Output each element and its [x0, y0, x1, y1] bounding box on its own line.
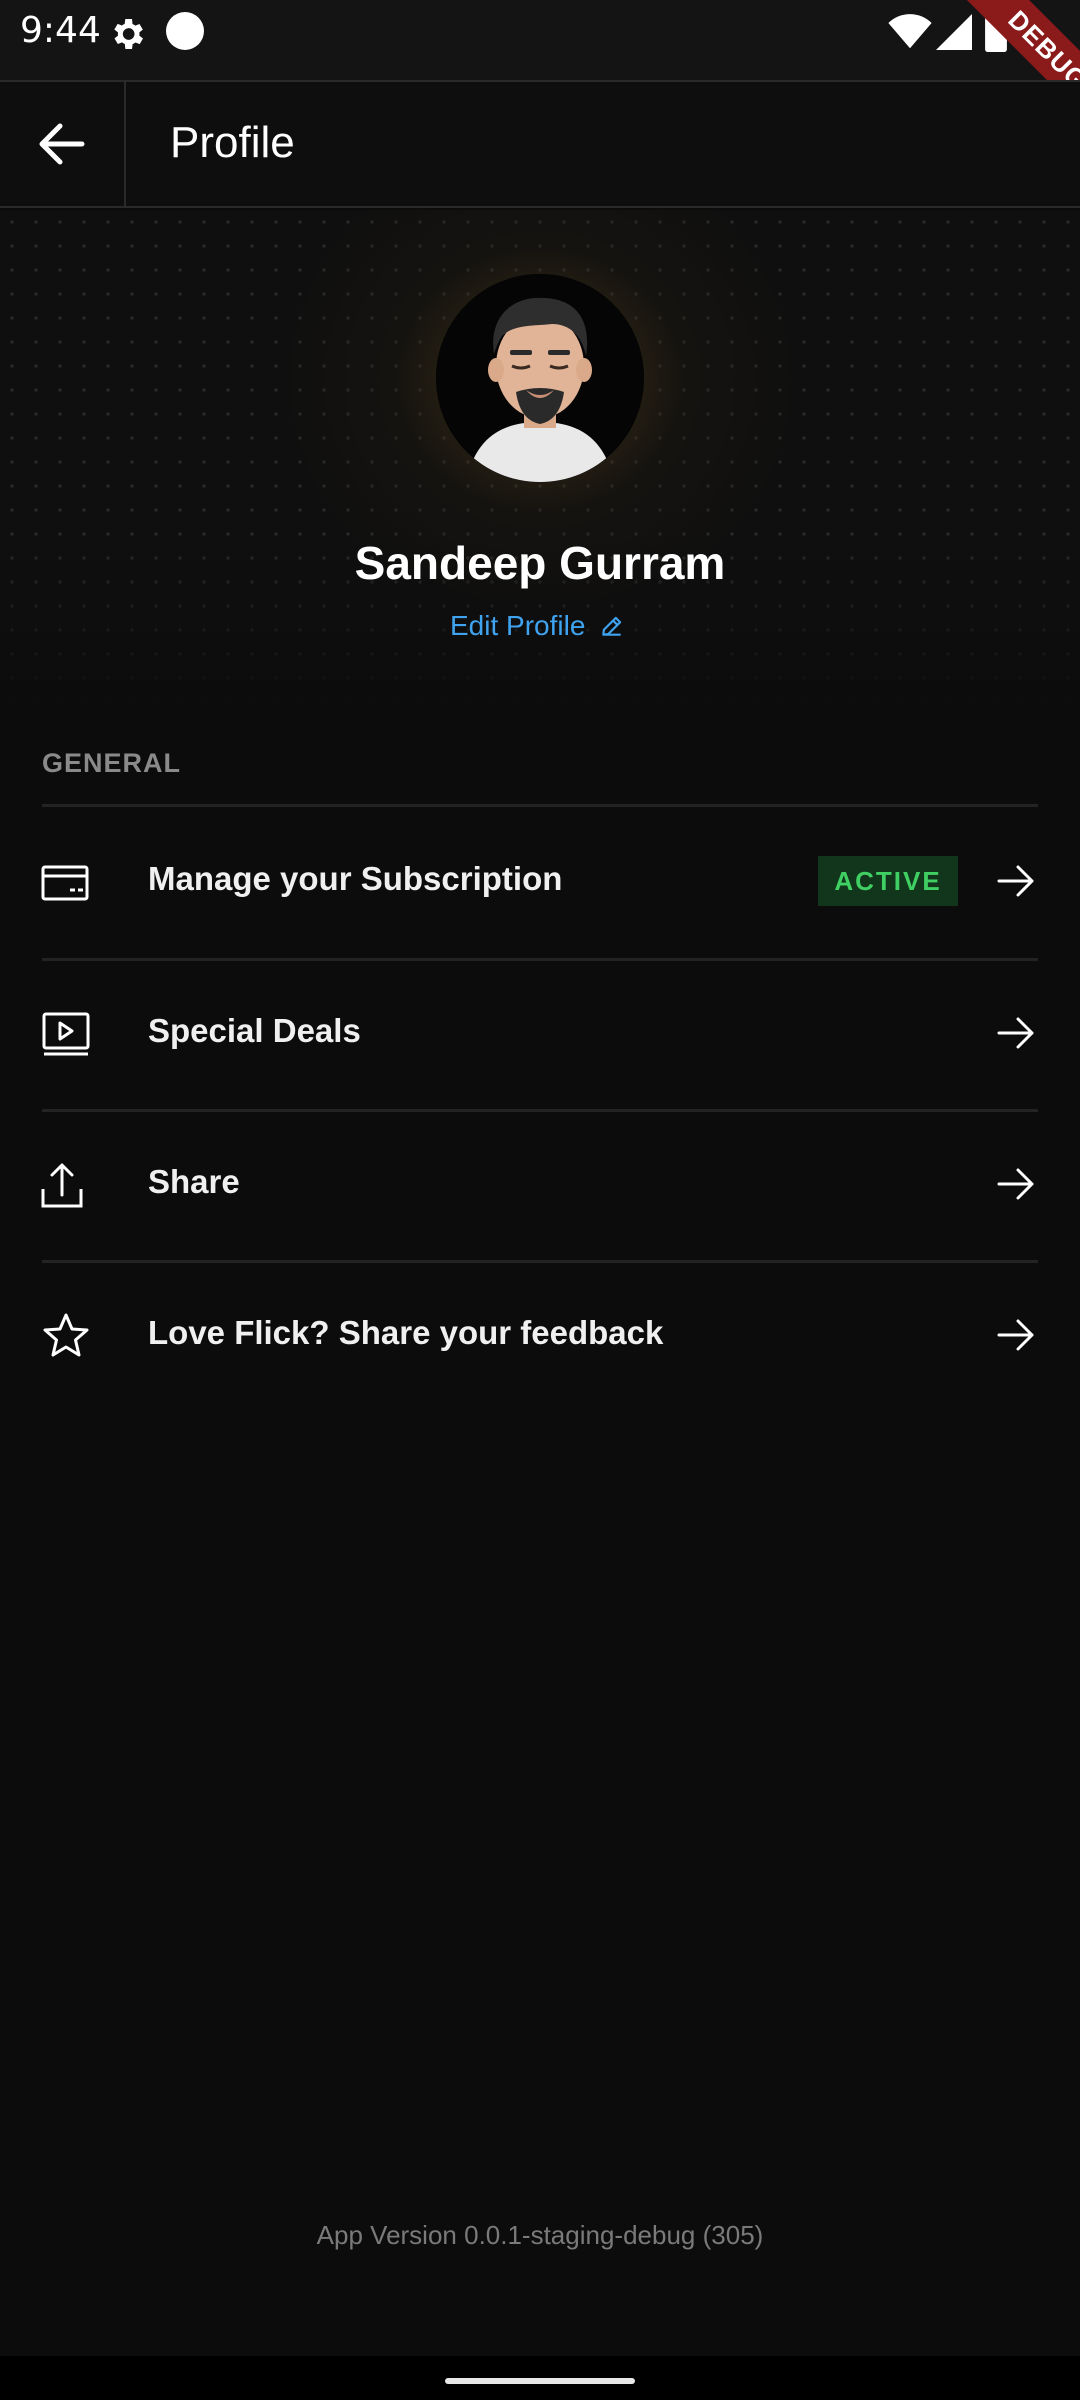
signal-icon	[936, 14, 972, 50]
menu-item-special-deals[interactable]: Special Deals	[0, 960, 1080, 1108]
menu-item-share[interactable]: Share	[0, 1111, 1080, 1259]
menu-item-label: Love Flick? Share your feedback	[148, 1314, 664, 1351]
arrow-right-icon	[997, 865, 1034, 897]
edit-profile-link[interactable]: Edit Profile	[450, 606, 625, 646]
status-time: 9:44	[20, 10, 101, 51]
play-screen-icon	[42, 1012, 90, 1056]
divider	[42, 804, 1038, 807]
status-badge: ACTIVE	[818, 856, 958, 906]
wifi-icon	[888, 14, 932, 49]
menu-item-feedback[interactable]: Love Flick? Share your feedback	[0, 1262, 1080, 1410]
back-button[interactable]	[0, 82, 126, 206]
notification-dot-icon	[166, 12, 204, 50]
page-title: Profile	[170, 118, 295, 167]
upload-share-icon	[41, 1163, 83, 1208]
menu-item-manage-subscription[interactable]: Manage your Subscription ACTIVE	[0, 808, 1080, 956]
arrow-right-icon	[997, 1319, 1034, 1351]
section-label-general: GENERAL	[42, 748, 182, 778]
edit-profile-label: Edit Profile	[450, 610, 586, 641]
avatar-image	[436, 274, 644, 482]
menu-item-label: Special Deals	[148, 1012, 361, 1049]
home-indicator[interactable]	[445, 2378, 635, 2384]
profile-screen: 9:44 DEBUG Profile Sandeep Gurram Edit P…	[0, 0, 1080, 2400]
pencil-icon	[602, 616, 622, 636]
app-version: App Version 0.0.1-staging-debug (305)	[316, 2220, 764, 2250]
menu-item-label: Share	[148, 1163, 240, 1200]
arrow-left-icon	[39, 123, 85, 165]
user-name: Sandeep Gurram	[354, 537, 726, 589]
card-icon	[41, 865, 89, 901]
avatar[interactable]	[436, 274, 644, 482]
status-bar: 9:44 DEBUG	[0, 0, 1080, 151]
app-bar: Profile	[0, 80, 1080, 208]
arrow-right-icon	[997, 1017, 1034, 1049]
star-icon	[43, 1313, 89, 1357]
menu-item-label: Manage your Subscription	[148, 860, 563, 897]
settings-gear-icon	[114, 19, 143, 49]
arrow-right-icon	[997, 1168, 1034, 1200]
